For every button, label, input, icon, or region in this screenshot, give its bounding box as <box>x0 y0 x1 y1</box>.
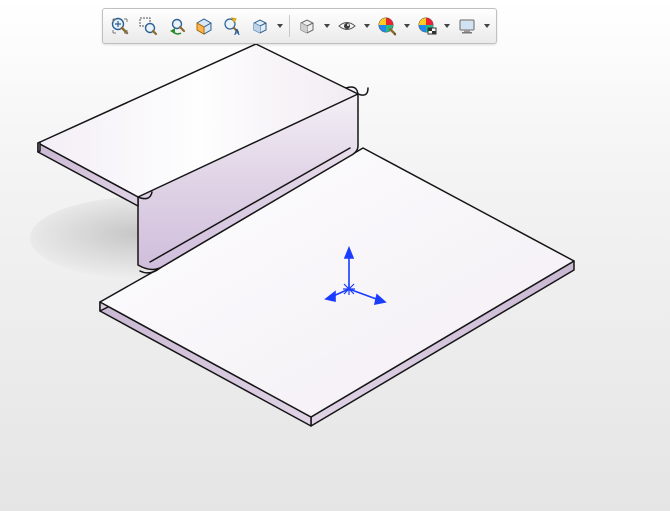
apply-scene-dropdown[interactable] <box>442 13 452 39</box>
svg-text:A: A <box>234 28 240 36</box>
shelf-left-face <box>38 142 40 152</box>
zoom-to-area-icon <box>138 16 158 36</box>
zoom-to-fit-button[interactable] <box>107 13 133 39</box>
graphics-viewport[interactable] <box>0 0 670 511</box>
view-orientation-button[interactable] <box>247 13 273 39</box>
hide-show-items-dropdown[interactable] <box>362 13 372 39</box>
apply-scene-icon <box>417 16 437 36</box>
view-settings-dropdown[interactable] <box>482 13 492 39</box>
view-heads-up-toolbar: A <box>102 8 497 44</box>
previous-view-button[interactable] <box>163 13 189 39</box>
display-style-icon <box>297 16 317 36</box>
dynamic-annotation-views-button[interactable]: A <box>219 13 245 39</box>
view-settings-icon <box>457 16 477 36</box>
view-orientation-icon <box>250 16 270 36</box>
toolbar-separator <box>289 15 290 37</box>
zoom-to-area-button[interactable] <box>135 13 161 39</box>
edit-appearance-icon <box>377 16 397 36</box>
previous-view-icon <box>166 16 186 36</box>
apply-scene-button[interactable] <box>414 13 440 39</box>
section-view-button[interactable] <box>191 13 217 39</box>
view-settings-button[interactable] <box>454 13 480 39</box>
zoom-to-fit-icon <box>110 16 130 36</box>
edit-appearance-dropdown[interactable] <box>402 13 412 39</box>
view-orientation-dropdown[interactable] <box>275 13 285 39</box>
edit-appearance-button[interactable] <box>374 13 400 39</box>
hide-show-items-icon <box>337 16 357 36</box>
display-style-dropdown[interactable] <box>322 13 332 39</box>
hide-show-items-button[interactable] <box>334 13 360 39</box>
section-view-icon <box>194 16 214 36</box>
display-style-button[interactable] <box>294 13 320 39</box>
dynamic-annotation-views-icon: A <box>222 16 242 36</box>
